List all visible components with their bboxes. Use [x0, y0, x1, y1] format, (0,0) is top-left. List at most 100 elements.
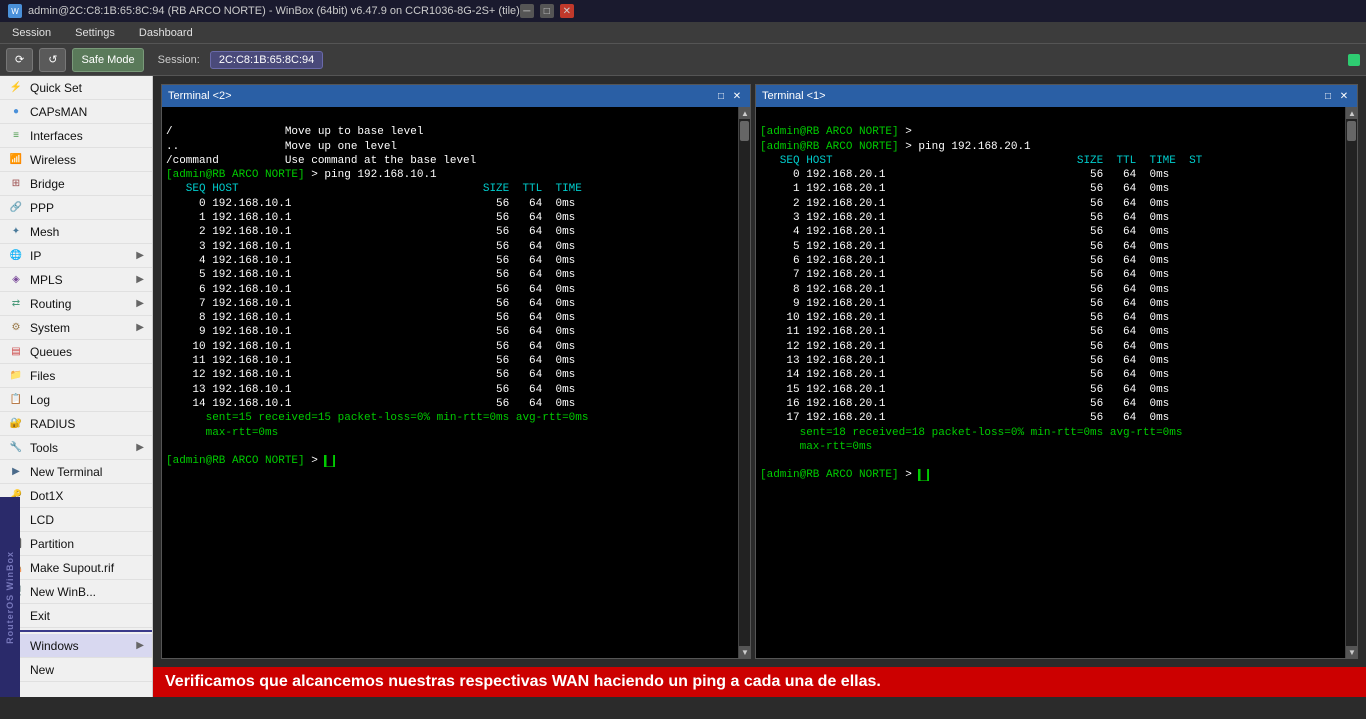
- sidebar-item-bridge[interactable]: ⊞ Bridge: [0, 172, 152, 196]
- scroll-down-left[interactable]: ▼: [739, 646, 751, 658]
- sidebar-label-mesh: Mesh: [30, 225, 59, 239]
- mesh-icon: ✦: [8, 225, 24, 239]
- connection-indicator: [1348, 54, 1360, 66]
- terminal-left-titlebar: Terminal <2> □ ✕: [162, 85, 750, 107]
- scroll-track-right: [1346, 119, 1357, 646]
- sidebar-item-interfaces[interactable]: ≡ Interfaces: [0, 124, 152, 148]
- sidebar-item-quick-set[interactable]: ⚡ Quick Set: [0, 76, 152, 100]
- tools-icon: 🔧: [8, 441, 24, 455]
- sidebar-item-new[interactable]: + New: [0, 658, 152, 682]
- sidebar-item-files[interactable]: 📁 Files: [0, 364, 152, 388]
- reconnect-button[interactable]: ↺: [39, 48, 66, 72]
- terminal-right: Terminal <1> □ ✕ [admin@RB ARCO NORTE] >…: [755, 84, 1358, 659]
- sidebar-item-new-terminal[interactable]: ▶ New Terminal: [0, 460, 152, 484]
- sidebar-label-interfaces: Interfaces: [30, 129, 83, 143]
- sidebar-item-queues[interactable]: ▤ Queues: [0, 340, 152, 364]
- scroll-up-right[interactable]: ▲: [1346, 107, 1358, 119]
- terminals-container: Terminal <2> □ ✕ / Move up to base level…: [153, 76, 1366, 667]
- mpls-icon: ◈: [8, 273, 24, 287]
- sidebar-label-capsman: CAPsMAN: [30, 105, 87, 119]
- sidebar-item-routing[interactable]: ⇄ Routing ▶: [0, 292, 152, 316]
- log-icon: 📋: [8, 393, 24, 407]
- bridge-icon: ⊞: [8, 177, 24, 191]
- sidebar-item-dot1x[interactable]: 🔑 Dot1X: [0, 484, 152, 508]
- terminal-right-body[interactable]: [admin@RB ARCO NORTE] > [admin@RB ARCO N…: [756, 107, 1357, 658]
- sidebar-item-mesh[interactable]: ✦ Mesh: [0, 220, 152, 244]
- terminal-right-close[interactable]: ✕: [1337, 89, 1351, 103]
- terminal-left-maximize[interactable]: □: [714, 89, 728, 103]
- safe-mode-button[interactable]: Safe Mode: [72, 48, 143, 72]
- routing-arrow: ▶: [136, 298, 144, 309]
- quick-set-icon: ⚡: [8, 81, 24, 95]
- close-button[interactable]: ✕: [560, 4, 574, 18]
- main-layout: ⚡ Quick Set ● CAPsMAN ≡ Interfaces 📶 Wir…: [0, 76, 1366, 697]
- terminal-right-maximize[interactable]: □: [1321, 89, 1335, 103]
- sidebar-label-make-supout: Make Supout.rif: [30, 561, 114, 575]
- scroll-track-left: [739, 119, 750, 646]
- annotation-bar: Verificamos que alcancemos nuestras resp…: [153, 667, 1366, 697]
- minimize-button[interactable]: ─: [520, 4, 534, 18]
- terminal-left-title: Terminal <2>: [168, 90, 712, 102]
- sidebar-label-new: New: [30, 663, 54, 677]
- menu-session[interactable]: Session: [8, 25, 55, 41]
- sidebar-label-quick-set: Quick Set: [30, 81, 82, 95]
- sidebar-label-new-winbox: New WinB...: [30, 585, 96, 599]
- sidebar-label-bridge: Bridge: [30, 177, 65, 191]
- sidebar-item-ppp[interactable]: 🔗 PPP: [0, 196, 152, 220]
- scroll-up-left[interactable]: ▲: [739, 107, 751, 119]
- sidebar-item-make-supout[interactable]: 📤 Make Supout.rif: [0, 556, 152, 580]
- capsman-icon: ●: [8, 105, 24, 119]
- scroll-thumb-left: [740, 121, 749, 141]
- title-text: admin@2C:C8:1B:65:8C:94 (RB ARCO NORTE) …: [28, 5, 520, 17]
- interfaces-icon: ≡: [8, 129, 24, 143]
- sidebar-item-partition[interactable]: 💾 Partition: [0, 532, 152, 556]
- sidebar-label-tools: Tools: [30, 441, 58, 455]
- system-arrow: ▶: [136, 322, 144, 333]
- sidebar-label-files: Files: [30, 369, 55, 383]
- sidebar-item-wireless[interactable]: 📶 Wireless: [0, 148, 152, 172]
- sidebar-label-exit: Exit: [30, 609, 50, 623]
- scroll-down-right[interactable]: ▼: [1346, 646, 1358, 658]
- sidebar-item-windows[interactable]: ▦ Windows ▶: [0, 634, 152, 658]
- queues-icon: ▤: [8, 345, 24, 359]
- sidebar-item-system[interactable]: ⚙ System ▶: [0, 316, 152, 340]
- sidebar-item-lcd[interactable]: ▭ LCD: [0, 508, 152, 532]
- sidebar-label-radius: RADIUS: [30, 417, 75, 431]
- sidebar-item-radius[interactable]: 🔐 RADIUS: [0, 412, 152, 436]
- terminal-right-scrollbar[interactable]: ▲ ▼: [1345, 107, 1357, 658]
- terminal-right-title: Terminal <1>: [762, 90, 1319, 102]
- session-label: Session:: [158, 54, 200, 66]
- toolbar: ⟳ ↺ Safe Mode Session: 2C:C8:1B:65:8C:94: [0, 44, 1366, 76]
- sidebar-label-system: System: [30, 321, 70, 335]
- files-icon: 📁: [8, 369, 24, 383]
- sidebar-item-ip[interactable]: 🌐 IP ▶: [0, 244, 152, 268]
- terminal-left-body[interactable]: / Move up to base level .. Move up one l…: [162, 107, 750, 658]
- sidebar-label-ip: IP: [30, 249, 41, 263]
- title-bar: W admin@2C:C8:1B:65:8C:94 (RB ARCO NORTE…: [0, 0, 1366, 22]
- sidebar-item-tools[interactable]: 🔧 Tools ▶: [0, 436, 152, 460]
- sidebar-label-log: Log: [30, 393, 50, 407]
- sidebar-item-log[interactable]: 📋 Log: [0, 388, 152, 412]
- mpls-arrow: ▶: [136, 274, 144, 285]
- refresh-button[interactable]: ⟳: [6, 48, 33, 72]
- menu-dashboard[interactable]: Dashboard: [135, 25, 197, 41]
- terminal-left-close[interactable]: ✕: [730, 89, 744, 103]
- sidebar-item-exit[interactable]: ✕ Exit: [0, 604, 152, 628]
- sidebar-label-routing: Routing: [30, 297, 71, 311]
- terminal-left-scrollbar[interactable]: ▲ ▼: [738, 107, 750, 658]
- sidebar-item-new-winbox[interactable]: 🖥 New WinB...: [0, 580, 152, 604]
- sidebar-label-ppp: PPP: [30, 201, 54, 215]
- menu-settings[interactable]: Settings: [71, 25, 119, 41]
- terminal-left: Terminal <2> □ ✕ / Move up to base level…: [161, 84, 751, 659]
- new-terminal-icon: ▶: [8, 465, 24, 479]
- routing-icon: ⇄: [8, 297, 24, 311]
- wireless-icon: 📶: [8, 153, 24, 167]
- session-value: 2C:C8:1B:65:8C:94: [210, 51, 323, 69]
- title-controls: ─ □ ✕: [520, 4, 574, 18]
- sidebar-item-mpls[interactable]: ◈ MPLS ▶: [0, 268, 152, 292]
- sidebar-label-new-terminal: New Terminal: [30, 465, 102, 479]
- ip-icon: 🌐: [8, 249, 24, 263]
- tools-arrow: ▶: [136, 442, 144, 453]
- sidebar-item-capsman[interactable]: ● CAPsMAN: [0, 100, 152, 124]
- maximize-button[interactable]: □: [540, 4, 554, 18]
